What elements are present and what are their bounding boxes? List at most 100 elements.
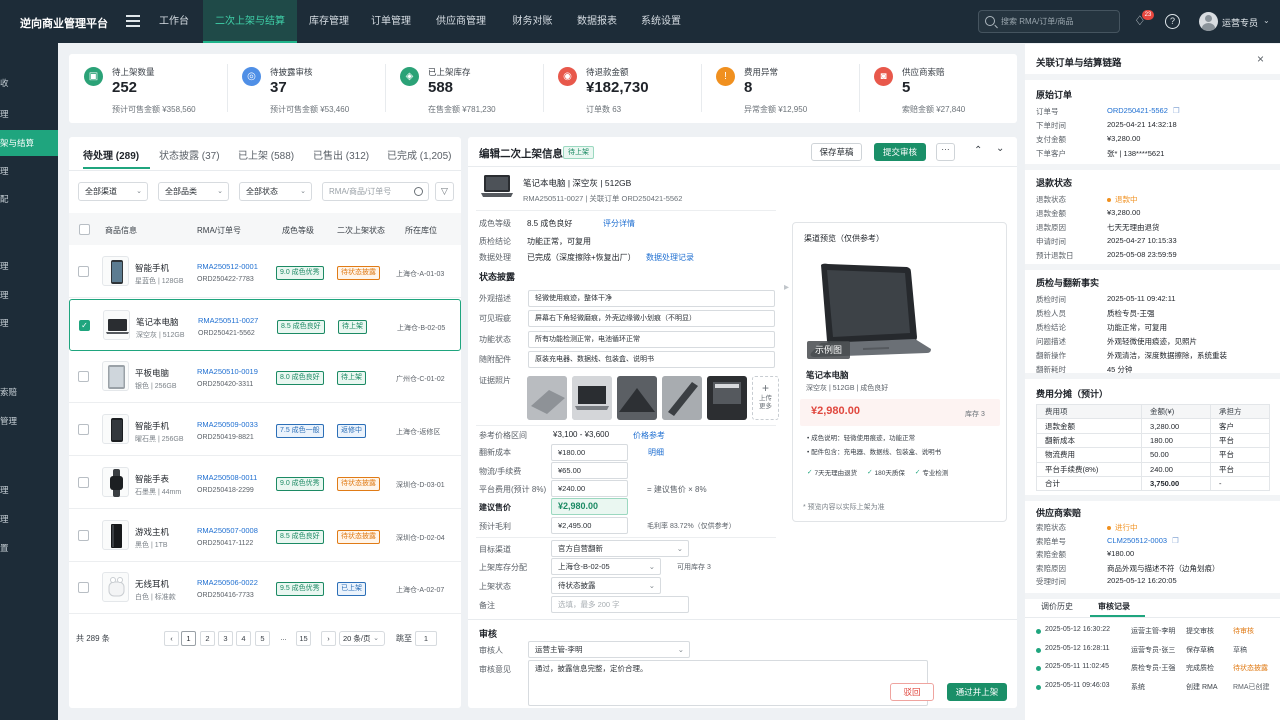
data-record-link[interactable]: 数据处理记录 (646, 252, 694, 263)
claim-link[interactable]: CLM250512-0003 ❐ (1107, 536, 1179, 545)
reject-button[interactable]: 驳回 (890, 683, 934, 701)
nav-item[interactable]: 工作台 (149, 0, 199, 43)
table-row[interactable]: 游戏主机 黑色 | 1TB RMA250507-0008 ORD250417-1122… (69, 510, 461, 562)
approve-list-button[interactable]: 通过并上架 (947, 683, 1007, 701)
page-button[interactable]: 1 (181, 631, 196, 646)
status-tab[interactable]: 状态披露 (37) (159, 147, 220, 162)
disclosure-input[interactable]: 所有功能检测正常，电池循环正常 (528, 330, 775, 348)
stat-card[interactable]: ▣ 待上架数量 252 预计可售金额 ¥358,560 (69, 54, 227, 123)
sidebar-item[interactable]: 理 (0, 253, 58, 279)
stat-card[interactable]: ◙ 供应商索赔 5 索赔金额 ¥27,840 (859, 54, 1017, 123)
submit-review-button[interactable]: 提交审核 (874, 143, 926, 161)
disclosure-input[interactable]: 屏幕右下角轻微磨痕，外壳边缘微小划痕（不明显） (528, 310, 775, 328)
channel-select[interactable]: 官方自营翻新 ⌄ (551, 540, 689, 557)
status-tab[interactable]: 已售出 (312) (313, 147, 369, 162)
chevron-down-icon[interactable]: ⌄ (1263, 16, 1270, 25)
tab-review-log[interactable]: 审核记录 (1098, 601, 1130, 612)
order-link[interactable]: ORD250421-5562 ❐ (1107, 106, 1180, 115)
stat-card[interactable]: ◎ 待披露审核 37 预计可售金额 ¥53,460 (227, 54, 385, 123)
rma-link[interactable]: RMA250512-0001 (197, 262, 258, 271)
stat-card[interactable]: ◈ 已上架库存 588 在售金额 ¥781,230 (385, 54, 543, 123)
table-row[interactable]: 智能手机 曜石黑 | 256GB RMA250509-0033 ORD250419-8… (69, 404, 461, 457)
disclosure-input[interactable]: 轻微使用痕迹，整体干净 (528, 290, 775, 307)
sidebar-item[interactable]: 管理 (0, 408, 58, 434)
profit-input[interactable]: ¥2,495.00 (551, 517, 628, 534)
stock-alloc-select[interactable]: 上海仓-B-02-05 ⌄ (551, 558, 661, 575)
sidebar-item[interactable]: 理 (0, 158, 58, 184)
page-button[interactable]: 5 (255, 631, 270, 646)
sidebar-item[interactable]: 理 (0, 310, 58, 336)
copy-icon[interactable]: ❐ (1172, 536, 1179, 545)
page-button[interactable]: 15 (296, 631, 311, 646)
evidence-photo[interactable] (662, 376, 702, 420)
stat-card[interactable]: ! 费用异常 8 异常金额 ¥12,950 (701, 54, 859, 123)
evidence-photo[interactable] (572, 376, 612, 420)
table-row[interactable]: 无线耳机 白色 | 标准款 RMA250506-0022 ORD250416-7733… (69, 562, 461, 615)
sidebar-item[interactable]: 置 (0, 535, 58, 561)
sidebar-item[interactable]: 收 (0, 70, 58, 96)
category-filter-select[interactable]: 全部品类 ⌄ (158, 182, 229, 201)
page-size-select[interactable]: 20 条/页 ⌄ (339, 631, 385, 646)
list-search-input[interactable]: RMA/商品/订单号 (322, 182, 429, 201)
status-tab[interactable]: 已完成 (1,205) (387, 147, 451, 162)
nav-item[interactable]: 系统设置 (632, 0, 690, 43)
sidebar-item[interactable]: 理 (0, 477, 58, 503)
sidebar-item[interactable]: 架与结算 (0, 130, 58, 156)
nav-item[interactable]: 库存管理 (300, 0, 358, 43)
nav-item[interactable]: 二次上架与结算 (203, 0, 297, 43)
chevron-up-icon[interactable]: ⌃ (974, 145, 982, 156)
rma-link[interactable]: RMA250508-0011 (197, 473, 257, 482)
rma-link[interactable]: RMA250507-0008 (197, 526, 258, 535)
copy-icon[interactable]: ❐ (1173, 106, 1180, 115)
filter-icon[interactable]: ▽ (435, 182, 454, 201)
rma-link[interactable]: RMA250506-0022 (197, 578, 258, 587)
close-icon[interactable]: × (1257, 52, 1264, 66)
status-filter-select[interactable]: 全部状态 ⌄ (239, 182, 312, 201)
rma-link[interactable]: RMA250509-0033 (197, 420, 258, 429)
select-all-checkbox[interactable] (79, 224, 90, 235)
sidebar-item[interactable]: 理 (0, 506, 58, 532)
refurb-detail-link[interactable]: 明细 (648, 447, 664, 458)
more-icon[interactable]: ··· (936, 143, 955, 161)
nav-item[interactable]: 数据报表 (566, 0, 628, 43)
disclosure-input[interactable]: 原装充电器、数据线、包装盒、说明书 (528, 350, 775, 368)
listing-state-select[interactable]: 待状态披露 ⌄ (551, 577, 661, 594)
nav-item[interactable]: 供应商管理 (425, 0, 497, 43)
chevron-down-icon[interactable]: ⌄ (996, 143, 1004, 154)
refurb-cost-input[interactable]: ¥180.00 (551, 444, 628, 461)
price-input[interactable]: ¥2,980.00 (551, 498, 628, 515)
table-row[interactable]: 智能手表 石墨黑 | 44mm RMA250508-0011 ORD250418-22… (69, 457, 461, 509)
rma-link[interactable]: RMA250510-0019 (197, 367, 258, 376)
grade-detail-link[interactable]: 评分详情 (603, 218, 635, 229)
shipping-fee-input[interactable]: ¥65.00 (551, 462, 628, 479)
stat-card[interactable]: ◉ 待退款金额 ¥182,730 订单数 63 (543, 54, 701, 123)
nav-item[interactable]: 财务对账 (505, 0, 560, 43)
row-checkbox[interactable] (78, 582, 89, 594)
status-tab[interactable]: 已上架 (588) (238, 147, 294, 162)
nav-item[interactable]: 订单管理 (361, 0, 421, 43)
avatar[interactable] (1199, 12, 1218, 31)
row-checkbox[interactable] (78, 371, 89, 383)
save-draft-button[interactable]: 保存草稿 (811, 143, 862, 161)
page-button[interactable]: 4 (236, 631, 251, 646)
table-row[interactable]: ✓ 笔记本电脑 深空灰 | 512GB RMA250511-0027 ORD250421… (69, 298, 461, 351)
user-name[interactable]: 运营专员 (1222, 16, 1258, 29)
reviewer-select[interactable]: 运营主管-李明 ⌄ (528, 641, 690, 658)
sidebar-item[interactable]: 索赔 (0, 379, 58, 405)
prev-page-button[interactable]: ‹ (164, 631, 179, 646)
page-button[interactable]: 3 (218, 631, 233, 646)
table-row[interactable]: 平板电脑 银色 | 256GB RMA250510-0019 ORD250420-33… (69, 351, 461, 404)
help-icon[interactable]: ? (1165, 14, 1180, 29)
evidence-photo[interactable] (527, 376, 567, 420)
opinion-textarea[interactable]: 通过，披露信息完整，定价合理。 (528, 660, 928, 706)
tab-price-history[interactable]: 调价历史 (1041, 601, 1073, 612)
jump-page-input[interactable]: 1 (415, 631, 437, 646)
sidebar-item[interactable]: 理 (0, 282, 58, 308)
upload-photo-button[interactable]: + 上传更多 (752, 376, 779, 420)
row-checkbox[interactable] (78, 529, 89, 541)
price-ref-link[interactable]: 价格参考 (633, 430, 665, 441)
row-checkbox[interactable] (78, 266, 89, 277)
status-tab[interactable]: 待处理 (289) (83, 147, 139, 162)
evidence-photo[interactable] (617, 376, 657, 420)
row-checkbox[interactable] (78, 424, 89, 436)
